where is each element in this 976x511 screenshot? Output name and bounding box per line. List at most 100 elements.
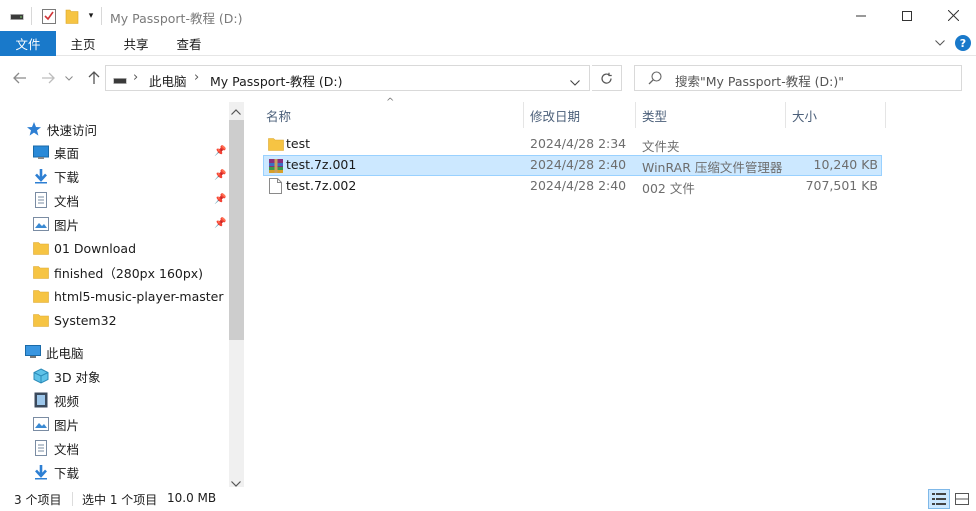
winrar-archive-icon	[269, 159, 283, 173]
sidebar-item-folder[interactable]: System32	[33, 308, 117, 332]
column-divider[interactable]	[785, 102, 786, 128]
forward-button[interactable]	[38, 68, 58, 88]
ribbon-expand-icon[interactable]	[933, 36, 947, 50]
status-selection: 选中 1 个项目	[82, 493, 158, 507]
desktop-icon	[33, 145, 49, 159]
sidebar-item-label: 图片	[54, 217, 80, 233]
sidebar-item-label: 视频	[54, 393, 80, 409]
file-name: test.7z.002	[286, 178, 357, 193]
sidebar-item-quick-access[interactable]: 快速访问	[26, 117, 97, 141]
sidebar-item-label: finished（280px 160px)	[54, 265, 204, 281]
tab-view[interactable]: 查看	[168, 31, 210, 56]
sidebar-item-downloads[interactable]: 下载	[33, 460, 79, 484]
navigation-scrollbar-thumb[interactable]	[229, 120, 244, 340]
file-type: WinRAR 压缩文件管理器	[642, 160, 783, 175]
file-row-test-7z-002[interactable]: test.7z.002 2024/4/28 2:40 002 文件 707,50…	[263, 176, 882, 197]
file-modified: 2024/4/28 2:40	[530, 178, 627, 193]
sidebar-item-3d-objects[interactable]: 3D 对象	[33, 364, 101, 388]
file-row-test-7z-001[interactable]: test.7z.001 2024/4/28 2:40 WinRAR 压缩文件管理…	[263, 155, 882, 176]
pin-icon[interactable]: 📌	[214, 194, 226, 205]
column-header-modified[interactable]: 修改日期	[530, 102, 580, 128]
pin-icon[interactable]: 📌	[214, 146, 226, 157]
tab-home[interactable]: 主页	[62, 31, 104, 56]
picture-icon	[33, 417, 49, 431]
pin-icon[interactable]: 📌	[214, 170, 226, 181]
column-header-type[interactable]: 类型	[642, 102, 667, 128]
navigation-pane: 快速访问 桌面 📌 下载 📌 文档 📌 图片 📌 01 Download fin…	[0, 102, 244, 487]
picture-icon	[33, 217, 49, 231]
sidebar-item-label: 下载	[54, 465, 80, 481]
chevron-down-icon[interactable]	[570, 75, 580, 89]
file-size: 10,240 KB	[813, 157, 878, 172]
column-header-name[interactable]: 名称	[266, 102, 291, 128]
document-icon	[35, 440, 47, 456]
file-name: test	[286, 136, 311, 151]
window-title: My Passport-教程 (D:)	[110, 11, 243, 26]
file-modified: 2024/4/28 2:40	[530, 157, 627, 172]
sidebar-item-label: 图片	[54, 417, 80, 433]
tab-file[interactable]: 文件	[0, 31, 56, 56]
sidebar-item-desktop[interactable]: 桌面	[33, 140, 79, 164]
qa-divider	[31, 7, 32, 25]
sidebar-item-this-pc[interactable]: 此电脑	[25, 340, 84, 364]
properties-icon[interactable]	[41, 8, 57, 24]
column-divider[interactable]	[635, 102, 636, 128]
title-bar: ▾ My Passport-教程 (D:)	[0, 0, 976, 31]
sidebar-item-label: 文档	[54, 441, 80, 457]
search-placeholder: 搜索"My Passport-教程 (D:)"	[675, 74, 845, 89]
sidebar-item-pictures[interactable]: 图片	[33, 412, 79, 436]
new-folder-icon[interactable]	[64, 8, 80, 24]
blank-file-icon	[269, 178, 282, 194]
details-view-button[interactable]	[928, 489, 950, 509]
breadcrumb-this-pc[interactable]: 此电脑	[149, 71, 187, 90]
title-divider	[101, 7, 102, 25]
customize-toolbar-icon[interactable]: ▾	[86, 8, 96, 24]
up-button[interactable]	[84, 68, 104, 88]
sidebar-item-label: System32	[54, 312, 117, 328]
sidebar-item-folder[interactable]: html5-music-player-master	[33, 284, 224, 308]
folder-icon	[33, 266, 49, 279]
help-icon[interactable]: ?	[955, 35, 971, 51]
file-row-test[interactable]: test 2024/4/28 2:34 文件夹	[263, 134, 882, 155]
status-bar: 3 个项目 选中 1 个项目 10.0 MB	[0, 487, 976, 511]
close-button[interactable]	[930, 0, 976, 31]
recent-locations-button[interactable]	[62, 68, 76, 88]
document-icon	[35, 192, 47, 208]
sidebar-item-label: 01 Download	[54, 240, 137, 256]
status-selection-size: 10.0 MB	[167, 491, 217, 505]
sidebar-item-folder[interactable]: 01 Download	[33, 236, 136, 260]
scroll-up-icon[interactable]	[231, 104, 241, 118]
column-divider[interactable]	[523, 102, 524, 128]
back-button[interactable]	[10, 68, 30, 88]
search-box[interactable]: 搜索"My Passport-教程 (D:)"	[634, 65, 962, 91]
folder-icon	[33, 314, 49, 327]
minimize-button[interactable]	[838, 0, 884, 31]
sidebar-item-label: 文档	[54, 193, 80, 209]
breadcrumb-separator[interactable]: ›	[194, 70, 199, 85]
sidebar-item-documents[interactable]: 文档	[33, 436, 79, 460]
sidebar-item-label: 此电脑	[46, 345, 84, 361]
drive-icon[interactable]	[10, 8, 24, 24]
breadcrumb-drive[interactable]: My Passport-教程 (D:)	[210, 71, 343, 90]
sidebar-item-documents[interactable]: 文档	[33, 188, 79, 212]
address-bar[interactable]: › 此电脑 › My Passport-教程 (D:)	[105, 65, 590, 91]
star-icon	[27, 122, 41, 136]
3d-objects-icon	[33, 368, 49, 384]
maximize-button[interactable]	[884, 0, 930, 31]
computer-icon	[25, 345, 41, 358]
column-header-size[interactable]: 大小	[792, 102, 817, 128]
sidebar-item-pictures[interactable]: 图片	[33, 212, 79, 236]
large-icons-view-button[interactable]	[951, 489, 973, 509]
sidebar-item-videos[interactable]: 视频	[33, 388, 79, 412]
folder-icon	[33, 290, 49, 303]
sidebar-item-downloads[interactable]: 下载	[33, 164, 79, 188]
sidebar-item-label: html5-music-player-master	[54, 288, 224, 304]
column-divider[interactable]	[885, 102, 886, 128]
sidebar-item-label: 快速访问	[47, 122, 98, 138]
sidebar-item-label: 桌面	[54, 145, 80, 161]
sidebar-item-folder[interactable]: finished（280px 160px)	[33, 260, 203, 284]
breadcrumb-separator[interactable]: ›	[133, 70, 138, 85]
pin-icon[interactable]: 📌	[214, 218, 226, 229]
refresh-button[interactable]	[592, 65, 622, 91]
tab-share[interactable]: 共享	[115, 31, 157, 56]
